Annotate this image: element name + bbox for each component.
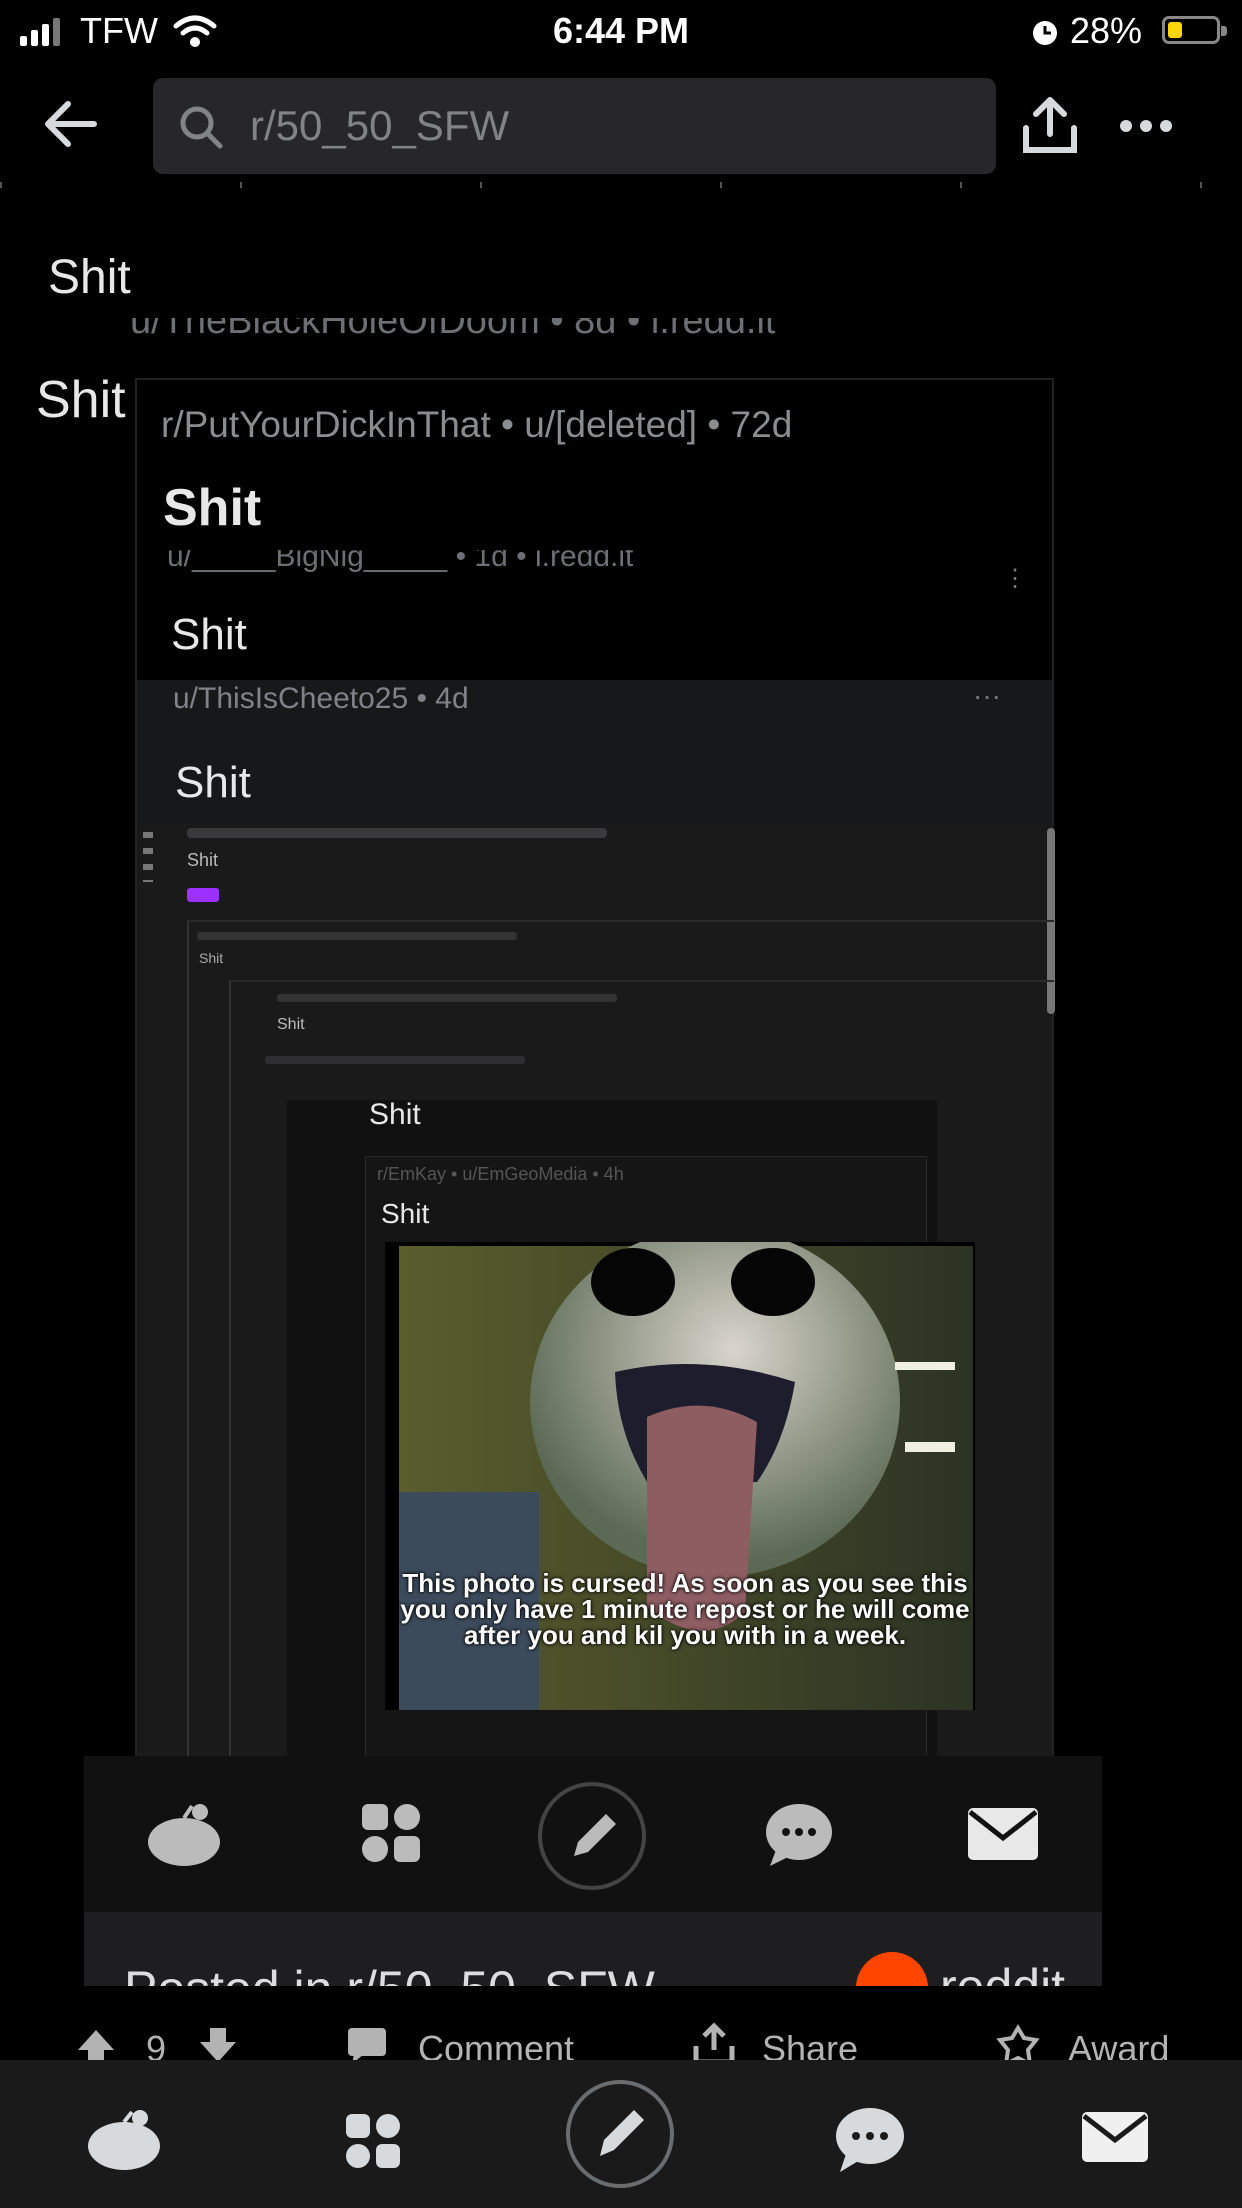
chat-icon[interactable] bbox=[834, 2106, 906, 2174]
inner-tab-bar bbox=[84, 1756, 1102, 1912]
inbox-icon bbox=[968, 1808, 1038, 1860]
layer-meta: u/ThisIsCheeto25 • 4d bbox=[173, 682, 469, 715]
battery-percent: 28% bbox=[1069, 10, 1142, 51]
downvote-icon[interactable] bbox=[198, 2028, 238, 2064]
create-post-icon bbox=[538, 1782, 646, 1890]
post-action-bar: 9 Comment Share Award bbox=[0, 1986, 1242, 2069]
layer-title: Shit bbox=[369, 1098, 421, 1131]
post-title-repeat: Shit bbox=[36, 371, 126, 429]
more-options-icon: ··· bbox=[973, 680, 1001, 711]
communities-icon[interactable] bbox=[344, 2112, 402, 2170]
upvote-icon[interactable] bbox=[76, 2028, 116, 2064]
layer-title: Shit bbox=[163, 479, 262, 537]
layer-title: Shit bbox=[171, 610, 247, 659]
more-options-icon[interactable] bbox=[1118, 118, 1174, 134]
flair-badge bbox=[187, 888, 219, 902]
bottom-tab-bar bbox=[0, 2060, 1242, 2208]
nested-screenshot[interactable]: r/PutYourDickInThat • u/[deleted] • 72d … bbox=[135, 378, 1055, 1762]
post-title[interactable]: Shit bbox=[48, 250, 131, 305]
communities-icon bbox=[362, 1804, 420, 1862]
search-icon bbox=[180, 106, 223, 149]
brand-label: reddit bbox=[940, 1958, 1065, 1986]
search-input[interactable]: r/50_50_SFW bbox=[250, 102, 509, 150]
back-arrow-icon[interactable] bbox=[40, 98, 100, 150]
status-bar: TFW 6:44 PM 28% bbox=[0, 0, 1242, 62]
chat-icon bbox=[766, 1804, 832, 1866]
home-icon[interactable] bbox=[84, 2108, 164, 2172]
meme-caption: This photo is cursed! As soon as you see… bbox=[400, 1568, 970, 1650]
alarm-icon bbox=[1033, 21, 1057, 45]
posted-in-label: Posted in r/50_50_SFW bbox=[124, 1960, 655, 1986]
cut-off-meta: u/TheBlackHoleOfDoom • 8d • i.redd.it bbox=[130, 318, 776, 340]
layer-meta: r/EmKay • u/EmGeoMedia • 4h bbox=[377, 1164, 624, 1184]
inner-footer: Posted in r/50_50_SFW reddit bbox=[84, 1912, 1102, 1986]
share-icon[interactable] bbox=[1020, 94, 1080, 158]
battery-icon bbox=[1162, 16, 1220, 44]
layer-meta: u/_____BigNig_____ • 1d • i.redd.it bbox=[167, 550, 634, 573]
layer-title: Shit bbox=[175, 758, 251, 807]
create-post-icon[interactable] bbox=[564, 2078, 676, 2190]
more-options-icon: ⋮ bbox=[1003, 565, 1027, 592]
layer-meta: r/PutYourDickInThat • u/[deleted] • 72d bbox=[161, 404, 793, 445]
reddit-logo-icon bbox=[856, 1952, 928, 1986]
layer-title: Shit bbox=[381, 1198, 430, 1229]
inbox-icon[interactable] bbox=[1080, 2110, 1150, 2164]
home-icon bbox=[148, 1804, 220, 1866]
